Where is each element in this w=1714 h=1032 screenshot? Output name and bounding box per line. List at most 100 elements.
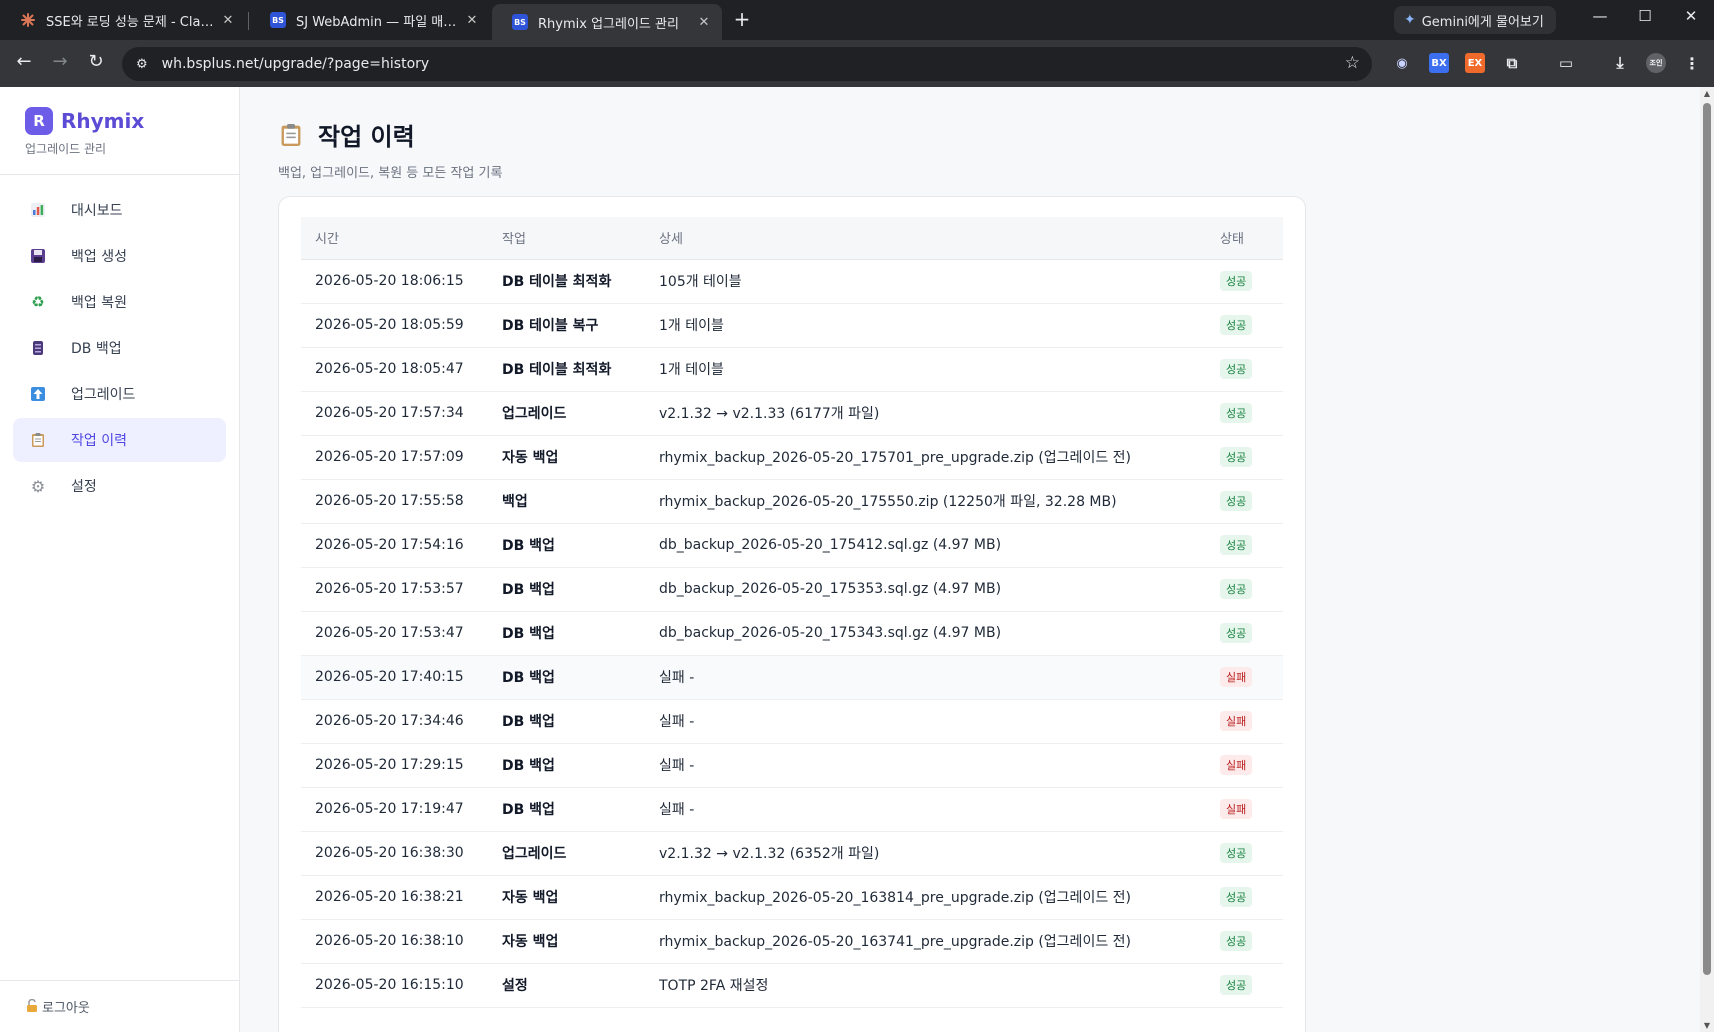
gemini-button[interactable]: ✦ Gemini에게 물어보기 (1394, 6, 1556, 34)
tab-divider (248, 12, 249, 30)
cell-action: 업그레이드 (488, 831, 645, 876)
cell-detail: rhymix_backup_2026-05-20_175550.zip (122… (645, 479, 1206, 524)
cell-status: 실패 (1206, 743, 1283, 788)
page-viewport: R Rhymix 업그레이드 관리 대시보드 백업 생성 ♻ 백업 복원 DB … (0, 87, 1714, 1032)
browser-tab-bar: SSE와 로딩 성능 문제 - Claude ✕ BS SJ WebAdmin … (0, 0, 1714, 40)
sidebar-item-upgrade[interactable]: 업그레이드 (13, 372, 226, 416)
scrollbar-thumb[interactable] (1703, 103, 1711, 975)
cell-time: 2026-05-20 16:38:21 (301, 875, 488, 920)
close-icon[interactable]: ✕ (696, 15, 712, 30)
recycle-icon: ♻ (31, 293, 45, 311)
bookmark-star-icon[interactable]: ☆ (1345, 53, 1360, 73)
scroll-up-icon[interactable]: ▲ (1700, 89, 1714, 98)
extension-owl-icon[interactable]: ◉ (1392, 53, 1412, 73)
cell-status: 실패 (1206, 699, 1283, 744)
extension-ex-icon[interactable]: EX (1465, 53, 1485, 73)
status-badge: 성공 (1220, 359, 1253, 379)
table-row: 2026-05-20 16:38:10 자동 백업 rhymix_backup_20… (301, 919, 1283, 964)
address-bar[interactable]: ⚙ wh.bsplus.net/upgrade/?page=history ☆ (122, 47, 1372, 81)
close-icon[interactable]: ✕ (220, 13, 236, 28)
extensions-puzzle-icon[interactable]: ⧉ (1502, 53, 1522, 73)
cell-detail: db_backup_2026-05-20_175412.sql.gz (4.97… (645, 523, 1206, 568)
profile-avatar[interactable]: 조인 (1646, 53, 1666, 73)
status-badge: 성공 (1220, 447, 1253, 467)
extension-bx-icon[interactable]: BX (1429, 53, 1449, 73)
table-row: 2026-05-20 17:29:15 DB 백업 실패 - 실패 (301, 743, 1283, 788)
reading-mode-icon[interactable]: ▭ (1556, 53, 1576, 73)
column-header-time: 시간 (301, 217, 488, 260)
back-icon[interactable]: ← (12, 51, 36, 72)
claude-icon (20, 12, 36, 28)
sidebar-item-dashboard[interactable]: 대시보드 (13, 188, 226, 232)
logout-label: 로그아웃 (42, 1001, 90, 1016)
page-title-text: 작업 이력 (318, 123, 415, 151)
table-row: 2026-05-20 17:53:47 DB 백업 db_backup_2026-0… (301, 611, 1283, 656)
logo: R (25, 107, 53, 135)
forward-icon[interactable]: → (48, 51, 72, 72)
floppy-icon (27, 246, 49, 266)
status-badge: 성공 (1220, 271, 1253, 291)
cell-time: 2026-05-20 17:55:58 (301, 479, 488, 524)
download-icon[interactable]: ⤓ (1610, 53, 1630, 73)
cell-status: 성공 (1206, 611, 1283, 656)
cell-action: 설정 (488, 963, 645, 1008)
scroll-down-icon[interactable]: ▼ (1700, 1021, 1714, 1030)
cell-action: 자동 백업 (488, 435, 645, 480)
minimize-icon[interactable]: — (1588, 7, 1612, 25)
cell-action: DB 테이블 복구 (488, 303, 645, 348)
more-menu-icon[interactable]: ⋮ (1682, 53, 1702, 73)
cell-detail: db_backup_2026-05-20_175343.sql.gz (4.97… (645, 611, 1206, 656)
history-card: 시간 작업 상세 상태 2026-05-20 18:06:15 DB 테이블 최적… (278, 196, 1306, 1032)
cell-status: 성공 (1206, 303, 1283, 348)
main-content: 작업 이력 백업, 업그레이드, 복원 등 모든 작업 기록 시간 작업 상세 … (278, 87, 1308, 1032)
sidebar: R Rhymix 업그레이드 관리 대시보드 백업 생성 ♻ 백업 복원 DB … (0, 87, 240, 1032)
cell-detail: db_backup_2026-05-20_175353.sql.gz (4.97… (645, 567, 1206, 612)
table-row: 2026-05-20 17:19:47 DB 백업 실패 - 실패 (301, 787, 1283, 832)
cell-detail: 105개 테이블 (645, 259, 1206, 304)
sidebar-item-label: 업그레이드 (71, 387, 136, 403)
table-row: 2026-05-20 17:53:57 DB 백업 db_backup_2026-0… (301, 567, 1283, 612)
new-tab-button[interactable]: + (730, 7, 754, 31)
sidebar-item-label: 작업 이력 (71, 433, 127, 449)
table-row: 2026-05-20 16:15:10 설정 TOTP 2FA 재설정 성공 (301, 963, 1283, 1008)
cell-detail: rhymix_backup_2026-05-20_175701_pre_upgr… (645, 435, 1206, 480)
cell-time: 2026-05-20 17:53:57 (301, 567, 488, 612)
cell-time: 2026-05-20 16:38:10 (301, 919, 488, 964)
page-subtitle: 백업, 업그레이드, 복원 등 모든 작업 기록 (278, 166, 503, 181)
cell-time: 2026-05-20 17:57:34 (301, 391, 488, 436)
logout-link[interactable]: 로그아웃 (0, 980, 239, 1032)
cell-action: 백업 (488, 479, 645, 524)
bs-icon: BS (270, 12, 286, 28)
close-icon[interactable]: ✕ (464, 13, 480, 28)
brand-name: Rhymix (61, 109, 145, 133)
column-header-status: 상태 (1206, 217, 1283, 260)
close-window-icon[interactable]: ✕ (1679, 7, 1703, 25)
page-title: 작업 이력 (278, 117, 1308, 152)
page-scrollbar[interactable]: ▲ ▼ (1700, 87, 1714, 1032)
sidebar-item-create-backup[interactable]: 백업 생성 (13, 234, 226, 278)
bs-icon: BS (512, 14, 528, 30)
maximize-icon[interactable]: ☐ (1633, 7, 1657, 25)
tab-rhymix-upgrade[interactable]: BS Rhymix 업그레이드 관리 ✕ (492, 4, 722, 40)
sidebar-item-db-backup[interactable]: DB 백업 (13, 326, 226, 370)
sidebar-item-settings[interactable]: ⚙ 설정 (13, 464, 226, 508)
sidebar-item-restore-backup[interactable]: ♻ 백업 복원 (13, 280, 226, 324)
tab-claude[interactable]: SSE와 로딩 성능 문제 - Claude ✕ (0, 4, 246, 36)
sidebar-item-label: DB 백업 (71, 341, 122, 357)
site-settings-icon[interactable]: ⚙ (136, 57, 148, 72)
cell-detail: 실패 - (645, 655, 1206, 700)
status-badge: 성공 (1220, 491, 1253, 511)
status-badge: 실패 (1220, 667, 1253, 687)
table-row: 2026-05-20 17:54:16 DB 백업 db_backup_2026-0… (301, 523, 1283, 568)
cell-detail: 실패 - (645, 699, 1206, 744)
clipboard-icon (27, 430, 49, 450)
tab-sj-webadmin[interactable]: BS SJ WebAdmin — 파일 매니저 ✕ (250, 4, 490, 36)
sidebar-item-history[interactable]: 작업 이력 (13, 418, 226, 462)
reload-icon[interactable]: ↻ (84, 51, 108, 72)
cell-action: DB 백업 (488, 567, 645, 612)
status-badge: 성공 (1220, 315, 1253, 335)
cell-status: 성공 (1206, 831, 1283, 876)
column-header-action: 작업 (488, 217, 645, 260)
cell-status: 성공 (1206, 435, 1283, 480)
status-badge: 실패 (1220, 711, 1253, 731)
